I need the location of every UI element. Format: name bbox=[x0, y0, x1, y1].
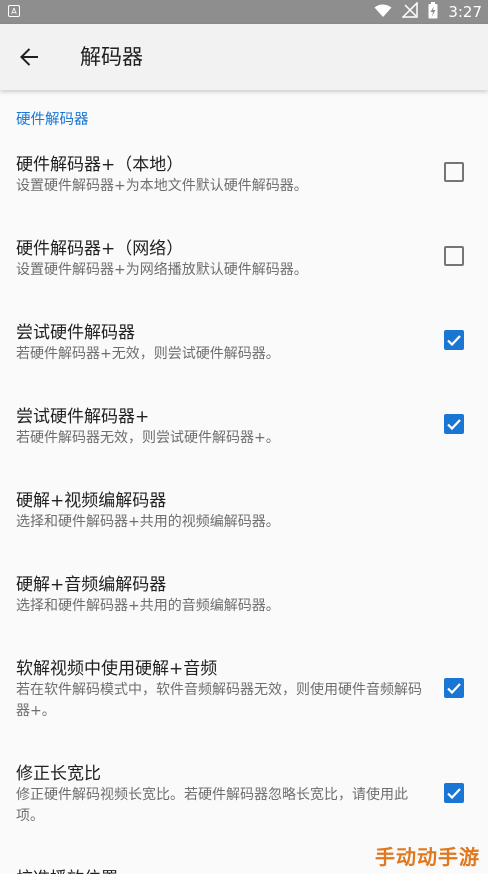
battery-charging-icon bbox=[428, 1, 438, 23]
pref-summary: 若硬件解码器+无效，则尝试硬件解码器。 bbox=[16, 346, 280, 362]
checkbox-unchecked[interactable] bbox=[444, 162, 464, 182]
pref-title: 校准播放位置 bbox=[16, 864, 118, 874]
app-bar: 解码器 bbox=[0, 24, 488, 90]
pref-summary: 若在软件解码模式中，软件音频解码器无效，则使用硬件音频解码器+。 bbox=[16, 682, 422, 719]
checkbox-checked[interactable] bbox=[444, 414, 464, 434]
pref-hw-decoder-local[interactable]: 硬件解码器+（本地） 设置硬件解码器+为本地文件默认硬件解码器。 bbox=[0, 146, 488, 230]
notification-badge: A bbox=[8, 5, 20, 17]
checkbox-checked[interactable] bbox=[444, 330, 464, 350]
pref-summary: 设置硬件解码器+为本地文件默认硬件解码器。 bbox=[16, 178, 308, 194]
pref-summary: 修正硬件解码视频长宽比。若硬件解码器忽略长宽比，请使用此项。 bbox=[16, 787, 408, 824]
pref-title: 尝试硬件解码器+ bbox=[16, 407, 150, 427]
pref-summary: 选择和硬件解码器+共用的视频编解码器。 bbox=[16, 514, 280, 530]
pref-hw-decoder-network[interactable]: 硬件解码器+（网络） 设置硬件解码器+为网络播放默认硬件解码器。 bbox=[0, 230, 488, 314]
clock: 3:27 bbox=[448, 3, 482, 21]
pref-title: 硬解+视频编解码器 bbox=[16, 491, 167, 511]
pref-title: 硬解+音频编解码器 bbox=[16, 575, 167, 595]
page-title: 解码器 bbox=[80, 45, 143, 69]
pref-summary: 选择和硬件解码器+共用的音频编解码器。 bbox=[16, 598, 280, 614]
pref-summary: 若硬件解码器无效，则尝试硬件解码器+。 bbox=[16, 430, 280, 446]
pref-summary: 设置硬件解码器+为网络播放默认硬件解码器。 bbox=[16, 262, 308, 278]
checkmark-icon bbox=[447, 335, 461, 347]
pref-hw-audio-in-sw[interactable]: 软解视频中使用硬解+音频 若在软件解码模式中，软件音频解码器无效，则使用硬件音频… bbox=[0, 650, 488, 755]
checkmark-icon bbox=[447, 419, 461, 431]
arrow-back-icon[interactable] bbox=[14, 42, 44, 72]
checkbox-unchecked[interactable] bbox=[444, 246, 464, 266]
status-bar: A 3:27 bbox=[0, 0, 488, 24]
wifi-icon bbox=[374, 3, 392, 22]
checkmark-icon bbox=[447, 683, 461, 695]
checkmark-icon bbox=[447, 788, 461, 800]
pref-try-hw-decoder-plus[interactable]: 尝试硬件解码器+ 若硬件解码器无效，则尝试硬件解码器+。 bbox=[0, 398, 488, 482]
checkbox-checked[interactable] bbox=[444, 678, 464, 698]
pref-try-hw-decoder[interactable]: 尝试硬件解码器 若硬件解码器+无效，则尝试硬件解码器。 bbox=[0, 314, 488, 398]
pref-title: 修正长宽比 bbox=[16, 764, 101, 784]
pref-hw-video-codecs[interactable]: 硬解+视频编解码器 选择和硬件解码器+共用的视频编解码器。 bbox=[0, 482, 488, 566]
pref-hw-audio-codecs[interactable]: 硬解+音频编解码器 选择和硬件解码器+共用的音频编解码器。 bbox=[0, 566, 488, 650]
checkbox-checked[interactable] bbox=[444, 783, 464, 803]
pref-title: 硬件解码器+（本地） bbox=[16, 155, 184, 175]
no-signal-icon bbox=[401, 1, 419, 22]
pref-title: 硬件解码器+（网络） bbox=[16, 239, 184, 259]
pref-title: 尝试硬件解码器 bbox=[16, 323, 135, 343]
pref-title: 软解视频中使用硬解+音频 bbox=[16, 659, 218, 679]
watermark-logo: 手动动手游 bbox=[375, 845, 480, 869]
category-header: 硬件解码器 bbox=[16, 112, 89, 128]
